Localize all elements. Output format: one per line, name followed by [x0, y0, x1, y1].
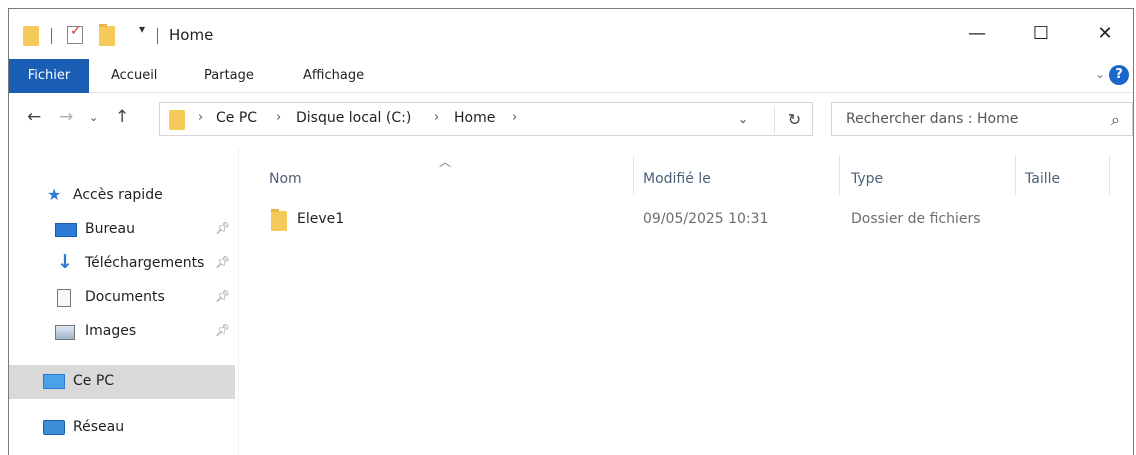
chevron-down-icon[interactable]: ⌄ [738, 112, 748, 126]
column-header-modifie-le[interactable]: Modifié le [643, 171, 711, 187]
title-bar: ✓ ▾ Home — ☐ ✕ [9, 9, 1133, 59]
search-icon[interactable]: ⌕ [1111, 110, 1120, 130]
sidebar-item-telechargements[interactable]: ↓ Téléchargements 📌︎ [9, 247, 235, 281]
sidebar-item-label: Accès rapide [73, 187, 163, 203]
sidebar-item-images[interactable]: Images 📌︎ [9, 315, 235, 349]
search-box[interactable]: ⌕ [831, 102, 1133, 136]
minimize-button[interactable]: — [957, 19, 997, 49]
tab-fichier[interactable]: Fichier [9, 59, 89, 93]
breadcrumb-disque-local[interactable]: Disque local (C:) [296, 110, 411, 126]
sidebar-item-label: Ce PC [73, 373, 115, 389]
chevron-right-icon[interactable]: › [434, 110, 439, 125]
column-header-type[interactable]: Type [851, 171, 883, 187]
sidebar-item-documents[interactable]: Documents 📌︎ [9, 281, 235, 315]
computer-icon [43, 374, 65, 389]
sidebar-item-acces-rapide[interactable]: ★ Accès rapide [9, 179, 235, 213]
separator [51, 28, 52, 44]
desktop-icon [55, 223, 77, 237]
address-bar[interactable]: › Ce PC › Disque local (C:) › Home › ⌄ ↻ [159, 102, 813, 136]
new-folder-icon[interactable] [99, 24, 115, 46]
pin-icon[interactable]: 📌︎ [215, 323, 230, 337]
sidebar-item-reseau[interactable]: Réseau [9, 411, 235, 445]
separator [157, 28, 158, 44]
maximize-button[interactable]: ☐ [1021, 19, 1061, 49]
file-list: ︿ Nom Modifié le Type Taille Eleve1 09/0… [259, 149, 1133, 455]
sidebar-item-ce-pc[interactable]: Ce PC [9, 365, 235, 399]
column-divider[interactable] [1109, 155, 1110, 195]
refresh-icon[interactable]: ↻ [774, 107, 814, 133]
sidebar-item-label: Documents [85, 289, 165, 305]
forward-button[interactable]: → [59, 107, 73, 127]
pin-icon[interactable]: 📌︎ [215, 289, 230, 303]
back-button[interactable]: ← [27, 107, 41, 127]
pin-icon[interactable]: 📌︎ [215, 221, 230, 235]
pin-icon[interactable]: 📌︎ [215, 255, 230, 269]
customize-quick-access-icon[interactable]: ▾ [139, 22, 145, 36]
column-divider[interactable] [633, 155, 634, 195]
file-modified: 09/05/2025 10:31 [643, 211, 769, 227]
chevron-right-icon: › [198, 110, 204, 125]
navigation-bar: ← → ⌄ ↑ › Ce PC › Disque local (C:) › Ho… [9, 99, 1133, 139]
column-header-taille[interactable]: Taille [1025, 171, 1060, 187]
chevron-right-icon[interactable]: › [512, 110, 517, 125]
download-icon: ↓ [57, 251, 73, 273]
folder-icon [169, 110, 185, 130]
sidebar-item-label: Téléchargements [85, 255, 205, 271]
folder-icon [23, 26, 39, 46]
file-type: Dossier de fichiers [851, 211, 981, 227]
tab-partage[interactable]: Partage [204, 59, 254, 93]
tab-accueil[interactable]: Accueil [111, 59, 157, 93]
up-button[interactable]: ↑ [115, 107, 129, 127]
properties-icon[interactable]: ✓ [67, 23, 83, 44]
column-divider[interactable] [1015, 155, 1016, 195]
breadcrumb-home[interactable]: Home [454, 110, 495, 126]
sidebar-item-label: Réseau [73, 419, 125, 435]
window-title: Home [169, 26, 214, 44]
table-row[interactable]: Eleve1 09/05/2025 10:31 Dossier de fichi… [259, 205, 1019, 237]
expand-ribbon-icon[interactable]: ⌄ [1095, 67, 1105, 81]
file-explorer-window: ✓ ▾ Home — ☐ ✕ Fichier Accueil Partage A… [8, 8, 1134, 455]
breadcrumb-ce-pc[interactable]: Ce PC [216, 110, 257, 126]
column-header-nom[interactable]: Nom [269, 171, 302, 187]
file-name: Eleve1 [297, 211, 345, 227]
sidebar-item-label: Bureau [85, 221, 135, 237]
column-divider[interactable] [839, 155, 840, 195]
navigation-pane: ★ Accès rapide Bureau 📌︎ ↓ Téléchargemen… [9, 149, 239, 455]
close-button[interactable]: ✕ [1085, 19, 1125, 49]
images-icon [55, 325, 75, 340]
sidebar-item-bureau[interactable]: Bureau 📌︎ [9, 213, 235, 247]
network-icon [43, 420, 65, 435]
chevron-right-icon[interactable]: › [276, 110, 281, 125]
tab-affichage[interactable]: Affichage [303, 59, 364, 93]
star-icon: ★ [47, 185, 62, 204]
ribbon: Fichier Accueil Partage Affichage ⌄ ? [9, 59, 1133, 93]
sidebar-item-label: Images [85, 323, 137, 339]
documents-icon [57, 289, 71, 307]
search-input[interactable] [832, 103, 1092, 135]
recent-locations-icon[interactable]: ⌄ [89, 111, 98, 124]
help-icon[interactable]: ? [1109, 65, 1129, 85]
folder-icon [271, 209, 287, 231]
sort-ascending-icon: ︿ [439, 155, 452, 169]
